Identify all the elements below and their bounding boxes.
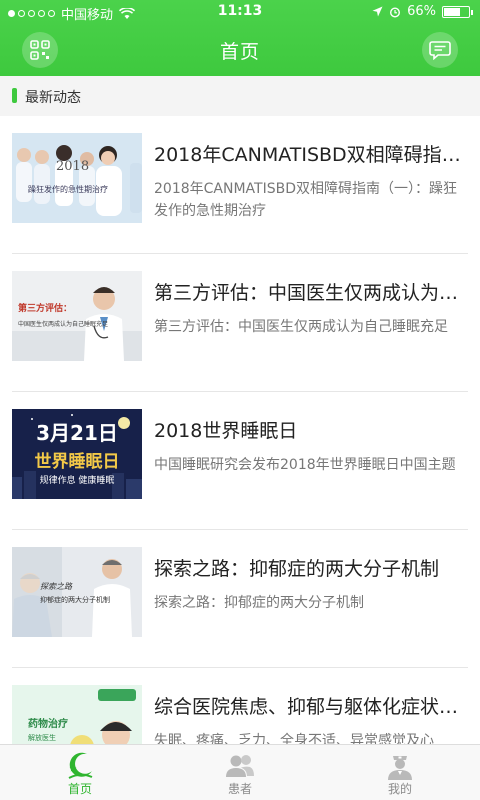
article-thumbnail: 2018 躁狂发作的急性期治疗 (12, 133, 142, 223)
article-item[interactable]: 探索之路 抑郁症的两大分子机制 探索之路：抑郁症的两大分子机制 探索之路：抑郁症… (12, 530, 468, 668)
status-right: 66% (372, 4, 473, 19)
home-moon-icon (68, 752, 93, 779)
article-thumbnail: 第三方评估： 中国医生仅两成认为自己睡眠充足 (12, 271, 142, 361)
thumbnail-caption: 抑郁症的两大分子机制 (40, 596, 110, 604)
article-item[interactable]: 药物治疗 解放医生 综合医院焦虑、抑郁与躯体化症状诊断治疗的专家共识 失眠、疼痛… (12, 668, 468, 744)
nav-bar: 首页 (0, 24, 480, 76)
tab-profile[interactable]: 我的 (320, 745, 480, 800)
alarm-icon (390, 6, 401, 18)
tab-label: 首页 (67, 782, 92, 796)
section-header: 最新动态 (0, 76, 480, 116)
patients-icon (226, 755, 254, 777)
section-accent-bar (12, 88, 17, 103)
tab-label: 我的 (387, 782, 412, 796)
battery-percent: 66% (407, 4, 436, 19)
thumbnail-caption: 解放医生 (28, 734, 56, 742)
app-header: 中国移动 11:13 66% 首页 (0, 0, 480, 76)
status-bar: 中国移动 11:13 66% (0, 0, 480, 24)
article-summary: 探索之路：抑郁症的两大分子机制 (154, 595, 364, 611)
thumbnail-caption-heading: 世界睡眠日 (34, 452, 120, 472)
article-title: 综合医院焦虑、抑郁与躯体化症状诊断治疗的专家共识 (154, 696, 464, 718)
article-item[interactable]: 3月21日 世界睡眠日 规律作息 健康睡眠 2018世界睡眠日 中国睡眠研究会发… (12, 392, 468, 530)
message-icon (429, 41, 451, 60)
tab-label: 患者 (227, 782, 252, 796)
article-summary: 失眠、疼痛、乏力、全身不适、异常感觉及心 (154, 733, 434, 744)
article-list: 2018 躁狂发作的急性期治疗 2018年CANMATISBD双相障碍指南（一）… (0, 116, 480, 744)
battery-icon (442, 5, 473, 18)
article-summary: 2018年CANMATISBD双相障碍指南（一）：躁狂发作的急性期治疗 (154, 181, 457, 219)
article-title: 探索之路：抑郁症的两大分子机制 (154, 558, 440, 580)
article-thumbnail: 3月21日 世界睡眠日 规律作息 健康睡眠 (12, 409, 142, 499)
article-title: 2018世界睡眠日 (154, 420, 298, 442)
article-thumbnail: 药物治疗 解放医生 (12, 685, 142, 744)
article-thumbnail: 探索之路 抑郁症的两大分子机制 (12, 547, 142, 637)
thumbnail-caption-year: 2018 (56, 159, 90, 174)
thumbnail-caption-heading: 探索之路 (40, 582, 72, 591)
article-item[interactable]: 2018 躁狂发作的急性期治疗 2018年CANMATISBD双相障碍指南（一）… (12, 116, 468, 254)
thumbnail-caption: 中国医生仅两成认为自己睡眠充足 (18, 321, 109, 328)
article-summary: 第三方评估：中国医生仅两成认为自己睡眠充足 (154, 319, 448, 335)
article-summary: 中国睡眠研究会发布2018年世界睡眠日中国主题 (154, 457, 456, 473)
thumbnail-caption: 躁狂发作的急性期治疗 (28, 185, 108, 194)
thumbnail-caption: 规律作息 健康睡眠 (39, 476, 115, 486)
tab-home[interactable]: 首页 (0, 745, 160, 800)
article-item[interactable]: 第三方评估： 中国医生仅两成认为自己睡眠充足 第三方评估：中国医生仅两成认为自己… (12, 254, 468, 392)
location-arrow-icon (372, 6, 383, 17)
article-title: 第三方评估：中国医生仅两成认为自己睡眠充足 (154, 282, 464, 304)
thumbnail-caption-heading: 药物治疗 (28, 719, 68, 730)
bottom-tab-bar: 首页 患者 我的 (0, 744, 480, 800)
section-title: 最新动态 (25, 90, 81, 106)
tab-patients[interactable]: 患者 (160, 745, 320, 800)
thumbnail-caption-heading: 第三方评估： (18, 304, 73, 314)
page-title: 首页 (219, 41, 260, 63)
doctor-icon (388, 756, 412, 780)
messages-button[interactable] (422, 32, 458, 68)
article-title: 2018年CANMATISBD双相障碍指南（一）：躁狂发作的急性期治疗 (154, 144, 464, 166)
thumbnail-caption-date: 3月21日 (36, 421, 118, 445)
